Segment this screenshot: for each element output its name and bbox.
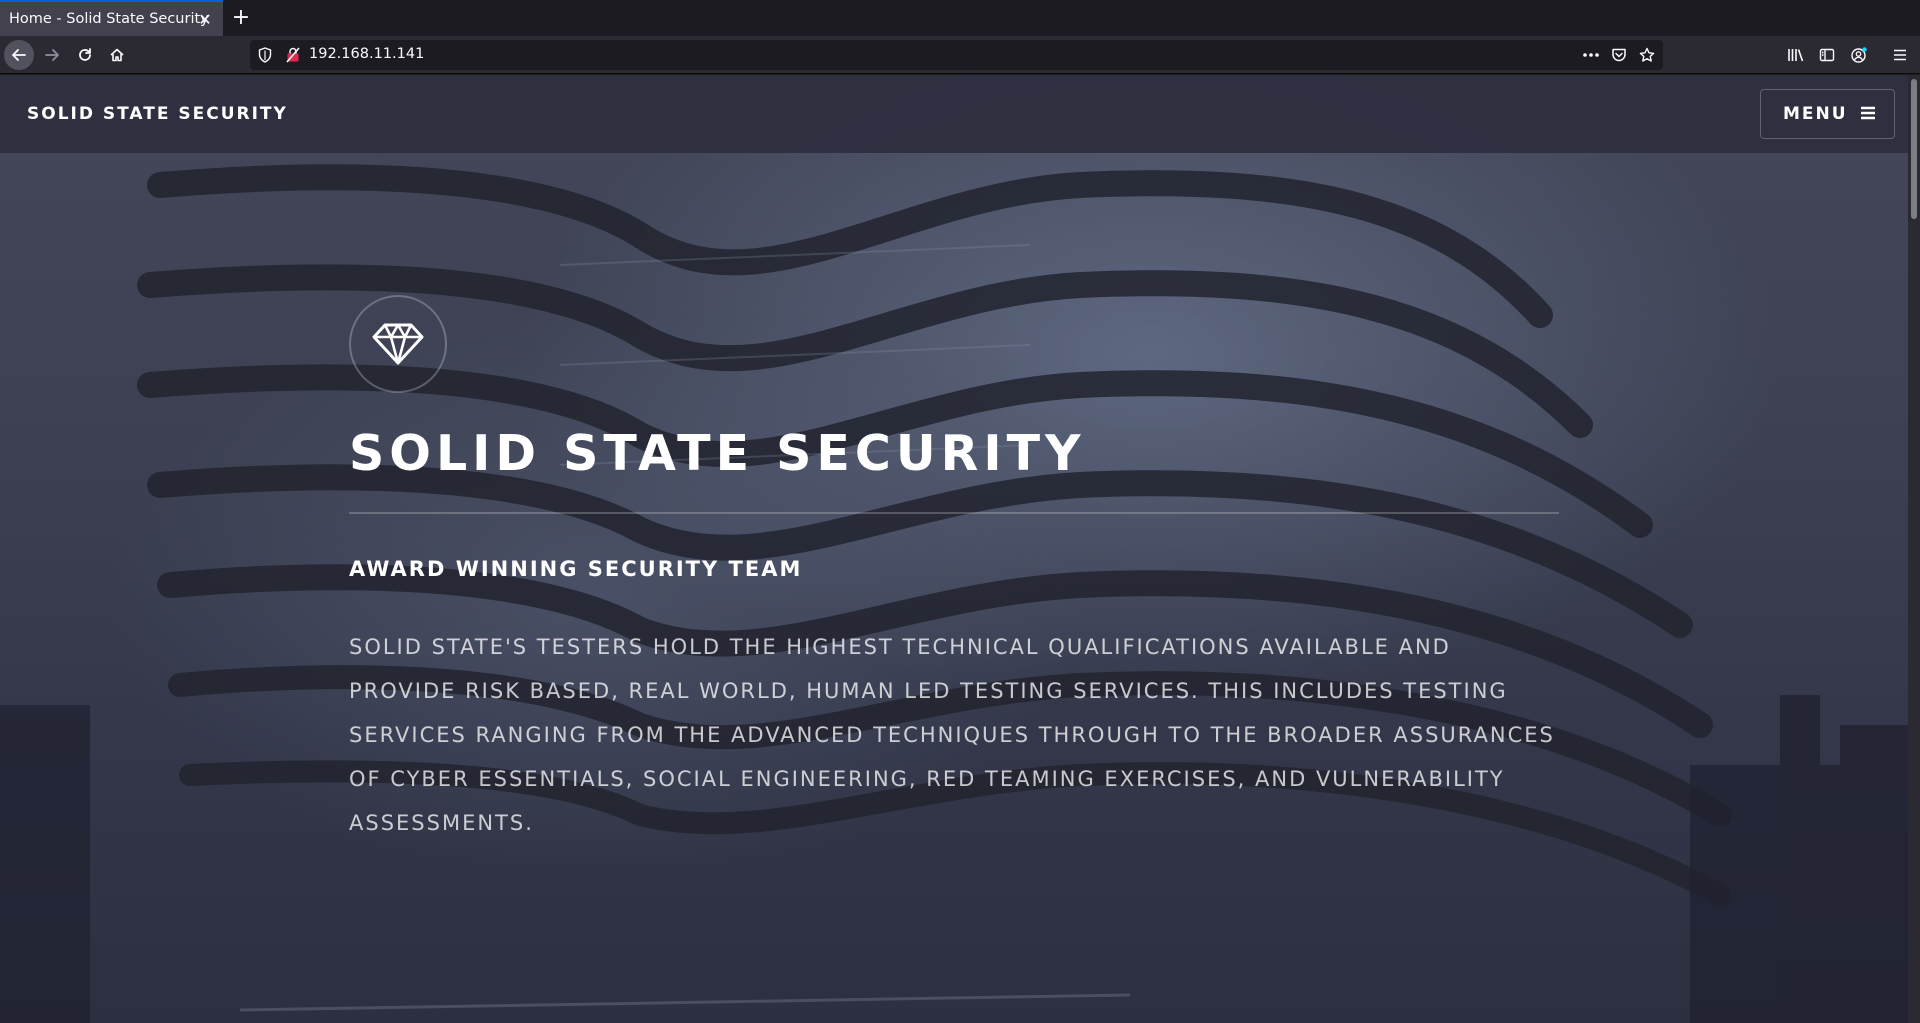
bookmark-star-icon[interactable] <box>1636 45 1658 65</box>
url-text: 192.168.11.141 <box>309 46 425 62</box>
app-menu-button[interactable] <box>1887 40 1913 70</box>
reload-icon <box>79 48 91 61</box>
tracking-protection-shield-icon[interactable] <box>258 47 272 67</box>
hamburger-menu-icon <box>1894 49 1906 61</box>
home-button[interactable] <box>102 40 132 70</box>
emblem-circle <box>349 295 447 393</box>
sidebar-button[interactable] <box>1814 40 1840 70</box>
sidebar-icon <box>1819 48 1835 62</box>
page-viewport: SOLID STATE SECURITY MENU SOLID STATE SE… <box>0 75 1908 1023</box>
new-tab-button[interactable]: + <box>228 4 254 30</box>
home-icon <box>110 48 124 62</box>
library-button[interactable] <box>1783 40 1809 70</box>
account-icon <box>1851 47 1867 63</box>
tab-home[interactable]: Home - Solid State Security ✕ <box>0 0 223 36</box>
menu-button[interactable]: MENU <box>1760 89 1895 139</box>
account-button[interactable] <box>1846 40 1872 70</box>
banner-subtitle: AWARD WINNING SECURITY TEAM <box>349 557 803 581</box>
arrow-right-icon <box>45 49 59 61</box>
insecure-connection-icon[interactable] <box>286 47 300 67</box>
back-button[interactable] <box>4 40 34 70</box>
address-bar[interactable]: 192.168.11.141 <box>250 40 1663 70</box>
arrow-left-icon <box>12 49 26 61</box>
site-header: SOLID STATE SECURITY MENU <box>0 75 1908 153</box>
page-actions-ellipsis-icon[interactable] <box>1580 45 1602 65</box>
building-background-image <box>0 164 1908 1023</box>
library-icon <box>1788 49 1804 62</box>
pocket-icon[interactable] <box>1608 45 1630 65</box>
menu-label: MENU <box>1783 104 1848 124</box>
page-scrollbar[interactable] <box>1908 75 1920 1023</box>
close-tab-icon[interactable]: ✕ <box>195 9 215 29</box>
banner-title: SOLID STATE SECURITY <box>349 425 1086 482</box>
site-logo-link[interactable]: SOLID STATE SECURITY <box>27 104 288 124</box>
diamond-icon <box>372 323 424 365</box>
divider <box>349 512 1559 514</box>
navigation-toolbar: 192.168.11.141 <box>0 36 1920 74</box>
tab-strip: Home - Solid State Security ✕ + <box>0 0 1920 36</box>
banner-description: Solid State's testers hold the highest t… <box>349 635 1555 835</box>
forward-button[interactable] <box>37 40 67 70</box>
scrollbar-thumb[interactable] <box>1911 79 1917 219</box>
hamburger-icon <box>1860 105 1876 124</box>
tab-title: Home - Solid State Security <box>9 11 209 27</box>
reload-button[interactable] <box>70 40 100 70</box>
